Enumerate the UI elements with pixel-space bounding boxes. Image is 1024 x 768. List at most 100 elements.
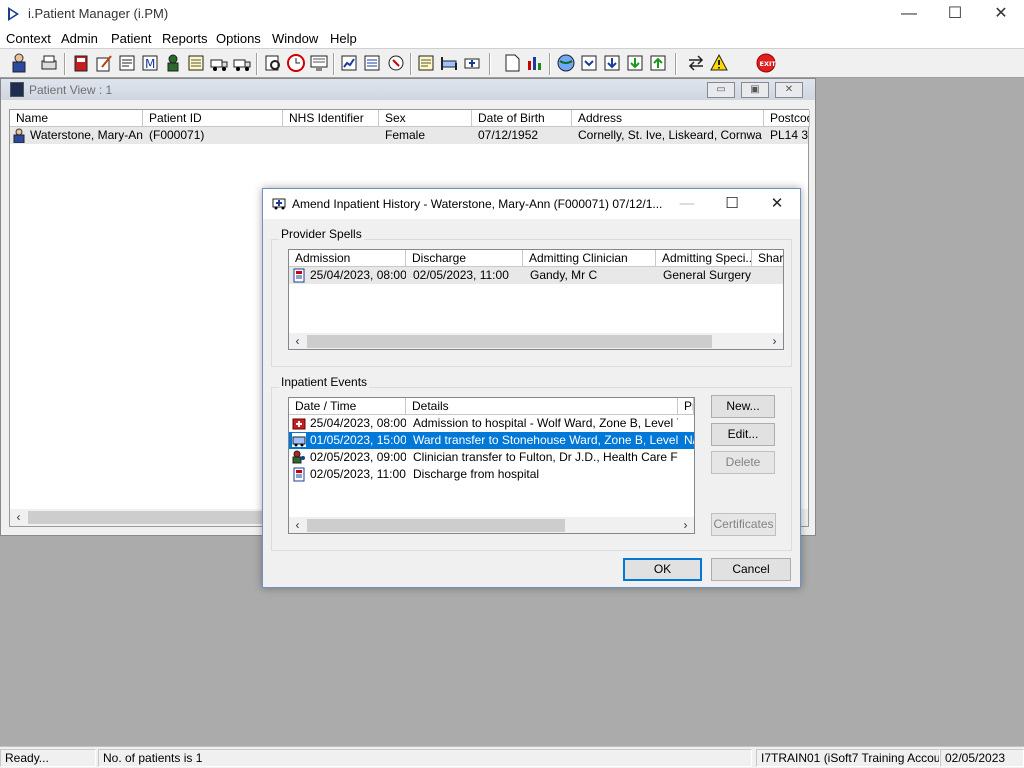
inbox-icon[interactable] [579,53,599,73]
child-minimize-button[interactable]: ▭ [707,82,735,98]
menu-context[interactable]: Context [6,31,51,46]
stethoscope-icon[interactable] [386,53,406,73]
maximize-button[interactable]: ☐ [932,0,978,28]
monitor-icon[interactable] [309,53,329,73]
patient-icon[interactable] [9,53,29,73]
edit-icon[interactable] [94,53,114,73]
menu-patient[interactable]: Patient [111,31,151,46]
table-row-selected[interactable]: 01/05/2023, 15:00 Ward transfer to Stone… [289,432,694,449]
ambulance-icon[interactable] [462,53,482,73]
col-header-admitting-specialty[interactable]: Admitting Speci... [656,250,752,267]
scroll-thumb[interactable] [28,511,263,524]
scroll-right-arrow-icon[interactable]: › [677,517,694,533]
scroll-left-arrow-icon[interactable]: ‹ [10,509,27,526]
col-header-nhs-identifier[interactable]: NHS Identifier [283,110,379,127]
col-header-discharge[interactable]: Discharge [406,250,523,267]
chart-icon[interactable] [339,53,359,73]
person-icon[interactable] [163,53,183,73]
exit-icon[interactable]: EXIT [756,53,776,73]
cell-details: Ward transfer to Stonehouse Ward, Zone B… [413,433,678,447]
child-close-button[interactable]: ✕ [775,82,803,98]
col-header-pr[interactable]: Pr [678,398,694,415]
list-icon[interactable] [362,53,382,73]
edit-button[interactable]: Edit... [711,423,775,446]
minimize-button[interactable]: — [886,0,932,28]
spell-icon [292,268,306,283]
bars-icon[interactable] [525,53,545,73]
patient-row-icon [12,128,26,144]
green-arrow-icon[interactable] [625,53,645,73]
admission-icon [292,416,306,430]
cell-dob: 07/12/1952 [478,128,539,142]
inpatient-events-list[interactable]: Date / Time Details Pr 25/04/2023, 08:00… [288,397,695,534]
clinician-transfer-icon [292,450,306,464]
dialog-close-button[interactable]: ✕ [754,189,800,219]
close-button[interactable]: ✕ [978,0,1024,28]
scroll-thumb[interactable] [307,335,712,348]
patient-view-icon [10,82,24,97]
warning-icon[interactable] [709,53,729,73]
col-header-postcode[interactable]: Postcode [764,110,810,127]
amend-inpatient-history-dialog: Amend Inpatient History - Waterstone, Ma… [262,188,801,588]
menu-options[interactable]: Options [216,31,261,46]
bed-icon[interactable] [439,53,459,73]
delete-button[interactable]: Delete [711,451,775,474]
globe-icon[interactable] [556,53,576,73]
note-icon[interactable] [416,53,436,73]
download-icon[interactable] [602,53,622,73]
provider-spells-scrollbar[interactable]: ‹ › [289,333,783,349]
table-row[interactable]: Waterstone, Mary-Ann (F000071) Female 07… [10,127,808,144]
inpatient-events-scrollbar[interactable]: ‹ › [289,517,694,533]
provider-spells-list[interactable]: Admission Discharge Admitting Clinician … [288,249,784,350]
new-button[interactable]: New... [711,395,775,418]
table-row[interactable]: 02/05/2023, 11:00 Discharge from hospita… [289,466,694,483]
m-icon[interactable]: M [140,53,160,73]
form-icon[interactable] [117,53,137,73]
toolbar-separator [675,53,677,75]
truck-icon[interactable] [209,53,229,73]
printer-icon[interactable] [39,53,59,73]
col-header-dob[interactable]: Date of Birth [472,110,572,127]
dialog-maximize-button[interactable]: ☐ [709,189,755,219]
ok-button[interactable]: OK [623,558,702,581]
book-icon[interactable] [71,53,91,73]
notes-icon[interactable] [186,53,206,73]
scroll-left-arrow-icon[interactable]: ‹ [289,517,306,533]
col-header-patient-id[interactable]: Patient ID [143,110,283,127]
col-header-details[interactable]: Details [406,398,678,415]
toolbar-separator [489,53,491,75]
swap-icon[interactable] [686,53,706,73]
upload-icon[interactable] [648,53,668,73]
truck-out-icon[interactable] [232,53,252,73]
col-header-date-time[interactable]: Date / Time [289,398,406,415]
scroll-right-arrow-icon[interactable]: › [766,333,783,349]
toolbar-separator [256,53,258,75]
status-account: I7TRAIN01 (iSoft7 Training Account) [756,749,940,767]
cancel-button[interactable]: Cancel [711,558,791,581]
clock-icon[interactable] [286,53,306,73]
menu-reports[interactable]: Reports [162,31,208,46]
certificates-button[interactable]: Certificates [711,513,776,536]
col-header-admitting-clinician[interactable]: Admitting Clinician [523,250,656,267]
table-row[interactable]: 25/04/2023, 08:00 Admission to hospital … [289,415,694,432]
col-header-sex[interactable]: Sex [379,110,472,127]
menu-window[interactable]: Window [272,31,318,46]
menu-admin[interactable]: Admin [61,31,98,46]
table-row[interactable]: 25/04/2023, 08:00 02/05/2023, 11:00 Gand… [289,267,783,284]
status-date: 02/05/2023 [940,749,1024,767]
col-header-address[interactable]: Address [572,110,764,127]
table-row[interactable]: 02/05/2023, 09:00 Clinician transfer to … [289,449,694,466]
scroll-thumb[interactable] [307,519,565,532]
cell-nhs [289,127,379,144]
search-doc-icon[interactable] [263,53,283,73]
col-header-share[interactable]: Shar [752,250,783,267]
col-header-admission[interactable]: Admission [289,250,406,267]
cell-address: Cornelly, St. Ive, Liskeard, Cornwall [578,128,762,142]
document-icon[interactable] [502,53,522,73]
child-restore-button[interactable]: ▣ [741,82,769,98]
menu-help[interactable]: Help [330,31,357,46]
app-title-bar: i.Patient Manager (i.PM) — ☐ ✕ [0,0,1024,28]
col-header-name[interactable]: Name [10,110,143,127]
toolbar-separator [549,53,551,75]
scroll-left-arrow-icon[interactable]: ‹ [289,333,306,349]
